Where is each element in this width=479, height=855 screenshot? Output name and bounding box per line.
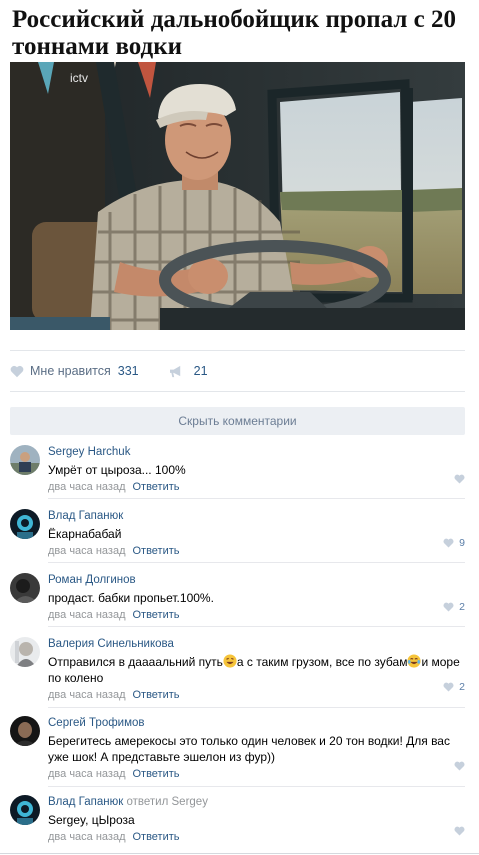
comment-text-part: а с таким грузом, все по зубам	[236, 655, 408, 669]
avatar[interactable]	[10, 509, 40, 539]
comment-author[interactable]: Валерия Синельникова	[48, 637, 465, 651]
comment-text: Берегитесь амерекосы это только один чел…	[48, 734, 450, 764]
avatar[interactable]	[10, 445, 40, 475]
heart-icon	[454, 474, 465, 484]
comment: Влад Гапанюк Ёкарнабабай два часа назад О…	[10, 509, 465, 563]
avatar-image-icon	[10, 716, 40, 746]
post-actions: Мне нравится 331 21	[10, 362, 208, 380]
comment-like-count: 2	[459, 681, 465, 693]
comment: Валерия Синельникова Отправился в даааал…	[10, 637, 465, 708]
comment-time[interactable]: два часа назад	[48, 831, 125, 843]
like-label: Мне нравится	[30, 364, 111, 378]
share-button[interactable]: 21	[169, 364, 208, 378]
reply-button[interactable]: Ответить	[132, 768, 179, 780]
reply-button[interactable]: Ответить	[132, 609, 179, 621]
comment-divider	[48, 786, 465, 787]
comment-meta: два часа назад Ответить	[48, 480, 465, 494]
comment-meta: два часа назад Ответить	[48, 608, 465, 622]
comment-divider	[48, 707, 465, 708]
comment-time[interactable]: два часа назад	[48, 609, 125, 621]
comment: Sergey Harchuk Умрёт от цыроза... 100% д…	[10, 445, 465, 499]
post-title: Российский дальнобойщик пропал с 20 тонн…	[12, 6, 457, 60]
comment-author[interactable]: Сергей Трофимов	[48, 716, 465, 730]
comment-author[interactable]: Sergey Harchuk	[48, 445, 465, 459]
comment-meta: два часа назад Ответить	[48, 544, 465, 558]
like-count: 331	[117, 364, 139, 378]
heart-icon	[454, 761, 465, 771]
megaphone-icon	[169, 365, 180, 377]
comment-author[interactable]: Роман Долгинов	[48, 573, 465, 587]
avatar[interactable]	[10, 795, 40, 825]
comment-like-button[interactable]	[454, 759, 465, 773]
like-button[interactable]: Мне нравится 331	[10, 364, 139, 378]
heart-icon	[454, 826, 465, 836]
reply-button[interactable]: Ответить	[132, 689, 179, 701]
comment-text: продаст. бабки пропьет.100%.	[48, 591, 214, 605]
reply-button[interactable]: Ответить	[132, 545, 179, 557]
avatar-image-icon	[10, 509, 40, 539]
heart-icon	[443, 538, 454, 548]
avatar[interactable]	[10, 716, 40, 746]
reply-button[interactable]: Ответить	[132, 481, 179, 493]
avatar[interactable]	[10, 573, 40, 603]
post-photo-illustration: ictv	[10, 62, 465, 330]
comment-author[interactable]: Влад Гапанюк	[48, 509, 465, 523]
avatar[interactable]	[10, 637, 40, 667]
divider	[10, 350, 465, 351]
tears-of-joy-emoji-icon	[407, 654, 422, 668]
comment-author: Влад Гапанюк ответил Sergey	[48, 795, 465, 809]
comment-text: Отправился в даааальний путь а с таким гр…	[48, 654, 465, 686]
comment-divider	[48, 562, 465, 563]
comment-meta: два часа назад Ответить	[48, 688, 465, 702]
avatar-image-icon	[10, 573, 40, 603]
comment-meta: два часа назад Ответить	[48, 767, 465, 781]
laughing-emoji-icon	[223, 654, 237, 668]
comment-like-button[interactable]: 2	[443, 600, 465, 614]
comment: Сергей Трофимов Берегитесь амерекосы это…	[10, 716, 465, 787]
heart-icon	[10, 365, 24, 377]
comment-text: Sergey, цЫроза	[48, 813, 135, 827]
heart-icon	[443, 682, 454, 692]
comment-time[interactable]: два часа назад	[48, 768, 125, 780]
bottom-divider	[0, 853, 479, 854]
avatar-image-icon	[10, 637, 40, 667]
comment-like-button[interactable]: 9	[443, 536, 465, 550]
post-image[interactable]: ictv	[10, 62, 465, 330]
reply-to-name[interactable]: Sergey	[172, 796, 208, 808]
comment-like-count: 9	[459, 537, 465, 549]
share-count: 21	[193, 364, 208, 378]
comment-like-count: 2	[459, 601, 465, 613]
comment-time[interactable]: два часа назад	[48, 545, 125, 557]
reply-to-label: ответил	[126, 796, 169, 808]
comment-like-button[interactable]: 2	[443, 680, 465, 694]
avatar-image-icon	[10, 795, 40, 825]
heart-icon	[443, 602, 454, 612]
comment-time[interactable]: два часа назад	[48, 689, 125, 701]
comment-divider	[48, 498, 465, 499]
comment-text: Умрёт от цыроза... 100%	[48, 463, 186, 477]
comment-divider	[48, 626, 465, 627]
hide-comments-button[interactable]: Скрыть комментарии	[10, 407, 465, 435]
comment-text-part: Отправился в даааальний путь	[48, 655, 223, 669]
comment-like-button[interactable]	[454, 824, 465, 838]
avatar-image-icon	[10, 445, 40, 475]
comment-like-button[interactable]	[454, 472, 465, 486]
divider	[10, 391, 465, 392]
comment: Влад Гапанюк ответил Sergey Sergey, цЫро…	[10, 795, 465, 847]
comment: Роман Долгинов продаст. бабки пропьет.10…	[10, 573, 465, 627]
watermark-text: ictv	[70, 71, 88, 85]
comment-time[interactable]: два часа назад	[48, 481, 125, 493]
comment-author-name[interactable]: Влад Гапанюк	[48, 796, 123, 808]
reply-button[interactable]: Ответить	[132, 831, 179, 843]
comment-text: Ёкарнабабай	[48, 527, 122, 541]
comment-meta: два часа назад Ответить	[48, 830, 465, 844]
